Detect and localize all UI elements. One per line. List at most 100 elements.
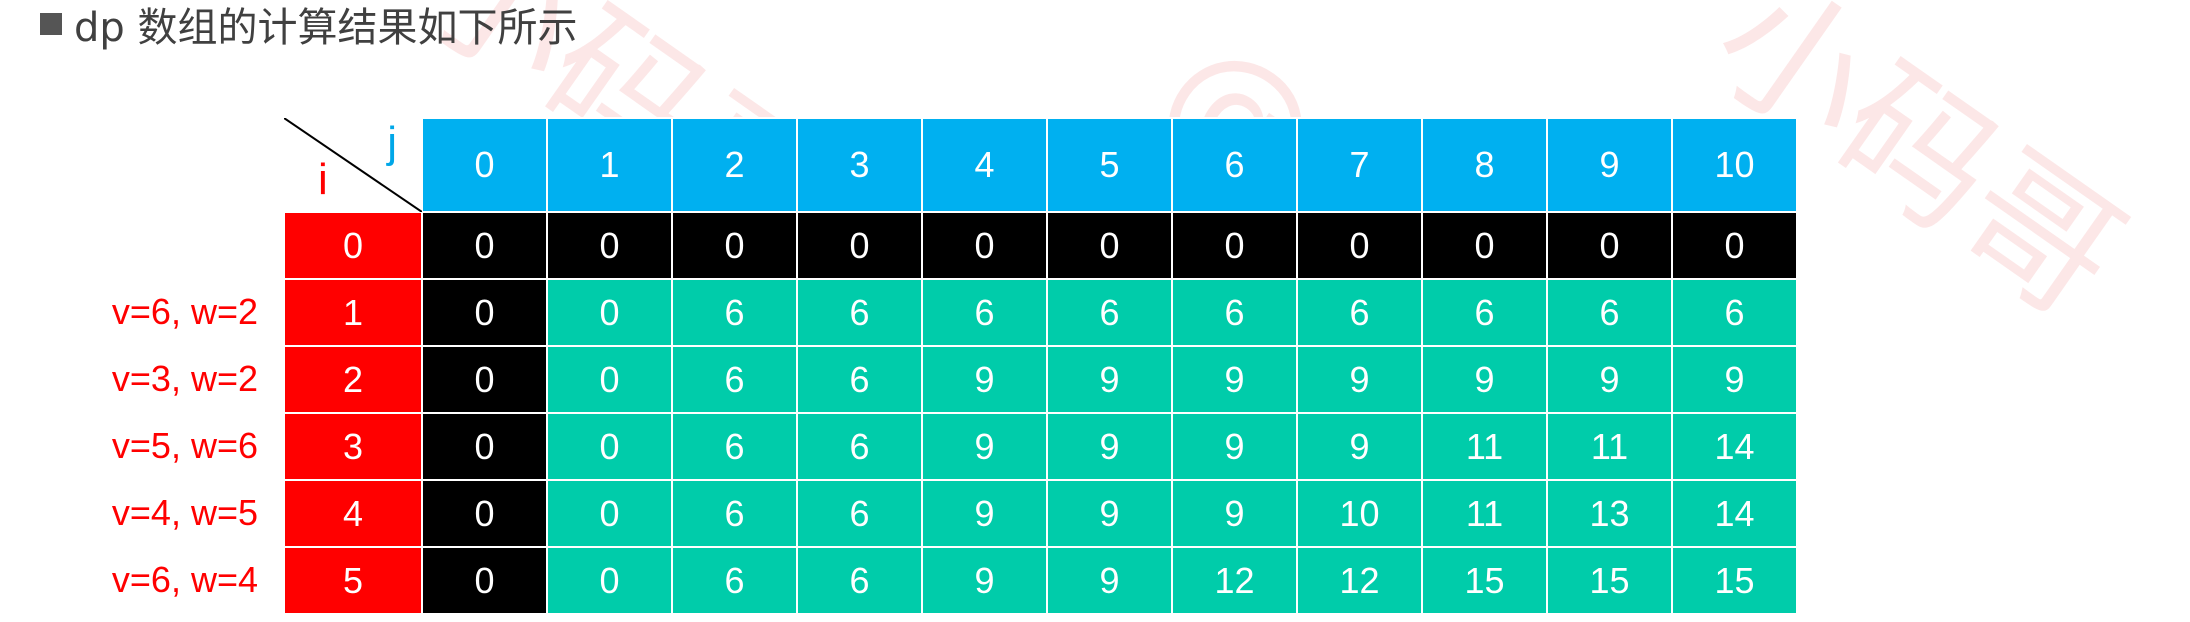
corner-j-label: j bbox=[387, 118, 397, 167]
cell-3-7: 9 bbox=[1296, 412, 1423, 481]
row-index-4: 4 bbox=[283, 479, 423, 548]
cell-5-2: 6 bbox=[671, 546, 798, 615]
row-index-2: 2 bbox=[283, 345, 423, 414]
row-label-2: v=3, w=2 bbox=[111, 358, 258, 399]
cell-1-7: 6 bbox=[1296, 278, 1423, 347]
cell-2-8: 9 bbox=[1421, 345, 1548, 414]
cell-5-3: 6 bbox=[796, 546, 923, 615]
cell-2-2: 6 bbox=[671, 345, 798, 414]
corner-i-label: i bbox=[318, 155, 328, 204]
cell-0-8: 0 bbox=[1421, 211, 1548, 280]
col-header-1: 1 bbox=[546, 117, 673, 213]
cell-1-2: 6 bbox=[671, 278, 798, 347]
cell-4-8: 11 bbox=[1421, 479, 1548, 548]
cell-4-4: 9 bbox=[921, 479, 1048, 548]
cell-0-3: 0 bbox=[796, 211, 923, 280]
cell-2-1: 0 bbox=[546, 345, 673, 414]
cell-1-9: 6 bbox=[1546, 278, 1673, 347]
cell-1-0: 0 bbox=[421, 278, 548, 347]
col-header-2: 2 bbox=[671, 117, 798, 213]
header-row: j i 0 1 2 3 4 5 6 7 8 9 10 bbox=[284, 117, 1798, 213]
cell-4-3: 6 bbox=[796, 479, 923, 548]
cell-4-9: 13 bbox=[1546, 479, 1673, 548]
cell-5-0: 0 bbox=[421, 546, 548, 615]
cell-2-0: 0 bbox=[421, 345, 548, 414]
cell-0-2: 0 bbox=[671, 211, 798, 280]
cell-4-10: 14 bbox=[1671, 479, 1798, 548]
cell-5-1: 0 bbox=[546, 546, 673, 615]
cell-0-7: 0 bbox=[1296, 211, 1423, 280]
cell-1-10: 6 bbox=[1671, 278, 1798, 347]
cell-5-6: 12 bbox=[1171, 546, 1298, 615]
row-label-1: v=6, w=2 bbox=[111, 291, 258, 332]
table-row: 5 0 0 6 6 9 9 12 12 15 15 15 bbox=[283, 546, 1798, 615]
cell-3-1: 0 bbox=[546, 412, 673, 481]
cell-2-3: 6 bbox=[796, 345, 923, 414]
cell-3-6: 9 bbox=[1171, 412, 1298, 481]
col-header-5: 5 bbox=[1046, 117, 1173, 213]
cell-2-6: 9 bbox=[1171, 345, 1298, 414]
cell-2-5: 9 bbox=[1046, 345, 1173, 414]
row-index-3: 3 bbox=[283, 412, 423, 481]
row-index-5: 5 bbox=[283, 546, 423, 615]
table-row: 200669999999 bbox=[283, 345, 1798, 414]
cell-0-4: 0 bbox=[921, 211, 1048, 280]
cell-3-3: 6 bbox=[796, 412, 923, 481]
cell-5-7: 12 bbox=[1296, 546, 1423, 615]
cell-4-1: 0 bbox=[546, 479, 673, 548]
row-label-4: v=4, w=5 bbox=[111, 492, 258, 533]
row-index-1: 1 bbox=[283, 278, 423, 347]
table-row: 4 0 0 6 6 9 9 9 10 11 13 14 bbox=[283, 479, 1798, 548]
cell-0-9: 0 bbox=[1546, 211, 1673, 280]
square-bullet-icon bbox=[40, 13, 62, 35]
cell-1-5: 6 bbox=[1046, 278, 1173, 347]
col-header-10: 10 bbox=[1671, 117, 1798, 213]
row-label-5: v=6, w=4 bbox=[111, 559, 258, 600]
col-header-9: 9 bbox=[1546, 117, 1673, 213]
row-label-3: v=5, w=6 bbox=[111, 425, 258, 466]
row-index-0: 0 bbox=[283, 211, 423, 280]
table-row: 100666666666 bbox=[283, 278, 1798, 347]
cell-0-5: 0 bbox=[1046, 211, 1173, 280]
cell-3-10: 14 bbox=[1671, 412, 1798, 481]
cell-0-6: 0 bbox=[1171, 211, 1298, 280]
col-header-7: 7 bbox=[1296, 117, 1423, 213]
cell-4-2: 6 bbox=[671, 479, 798, 548]
cell-5-9: 15 bbox=[1546, 546, 1673, 615]
cell-5-4: 9 bbox=[921, 546, 1048, 615]
col-header-8: 8 bbox=[1421, 117, 1548, 213]
cell-0-1: 0 bbox=[546, 211, 673, 280]
cell-0-0: 0 bbox=[421, 211, 548, 280]
col-header-4: 4 bbox=[921, 117, 1048, 213]
cell-1-8: 6 bbox=[1421, 278, 1548, 347]
page-title: dp 数组的计算结果如下所示 bbox=[40, 0, 578, 51]
cell-4-0: 0 bbox=[421, 479, 548, 548]
cell-3-0: 0 bbox=[421, 412, 548, 481]
cell-2-9: 9 bbox=[1546, 345, 1673, 414]
cell-3-8: 11 bbox=[1421, 412, 1548, 481]
col-header-3: 3 bbox=[796, 117, 923, 213]
cell-5-8: 15 bbox=[1421, 546, 1548, 615]
cell-5-10: 15 bbox=[1671, 546, 1798, 615]
cell-3-2: 6 bbox=[671, 412, 798, 481]
cell-5-5: 9 bbox=[1046, 546, 1173, 615]
cell-0-10: 0 bbox=[1671, 211, 1798, 280]
cell-3-5: 9 bbox=[1046, 412, 1173, 481]
col-header-0: 0 bbox=[421, 117, 548, 213]
corner-cell: ji bbox=[284, 118, 422, 212]
cell-4-5: 9 bbox=[1046, 479, 1173, 548]
diagonal-line bbox=[284, 118, 422, 212]
cell-3-9: 11 bbox=[1546, 412, 1673, 481]
cell-1-6: 6 bbox=[1171, 278, 1298, 347]
dp-table: j i 0 1 2 3 4 5 6 7 8 9 10 0 0 0 0 0 0 0 0 0 0 0 0 1 0 0 6 6 6 6 6 6 6 6 6 2 0… bbox=[283, 117, 1798, 615]
table-row: 000000000000 bbox=[283, 211, 1798, 280]
cell-4-7: 10 bbox=[1296, 479, 1423, 548]
cell-2-4: 9 bbox=[921, 345, 1048, 414]
cell-1-3: 6 bbox=[796, 278, 923, 347]
cell-2-7: 9 bbox=[1296, 345, 1423, 414]
col-header-6: 6 bbox=[1171, 117, 1298, 213]
cell-1-4: 6 bbox=[921, 278, 1048, 347]
cell-2-10: 9 bbox=[1671, 345, 1798, 414]
cell-3-4: 9 bbox=[921, 412, 1048, 481]
table-row: 3 0 0 6 6 9 9 9 9 11 11 14 bbox=[283, 412, 1798, 481]
